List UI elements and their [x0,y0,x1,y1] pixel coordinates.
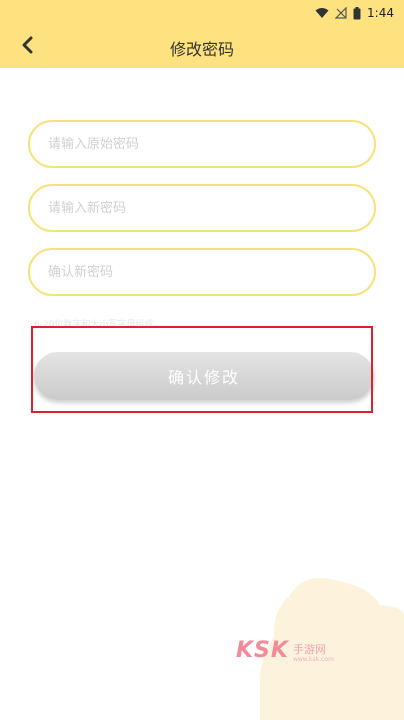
battery-icon [353,6,361,20]
password-hint: 6-20位数字和大小写字母组成 [34,320,154,330]
status-time: 1:44 [367,6,394,20]
status-bar: 1:44 [0,0,404,26]
wifi-icon [315,7,329,19]
watermark-sub: 手游网 [292,643,326,656]
confirm-change-button[interactable]: 确认修改 [34,352,374,400]
status-icons: 1:44 [315,4,394,22]
confirm-password-input[interactable] [28,248,376,296]
page-title: 修改密码 [169,40,234,59]
old-password-input[interactable] [28,120,376,168]
app-bar: 修改密码 [0,26,404,68]
watermark-url: www.ksk.com [292,656,334,663]
watermark-brand: KSK [236,638,289,663]
no-signal-icon [335,7,347,19]
watermark-text: 手游网 www.ksk.com [293,644,334,663]
new-password-input[interactable] [28,184,376,232]
watermark-logo: KSK 手游网 www.ksk.com [236,638,334,663]
